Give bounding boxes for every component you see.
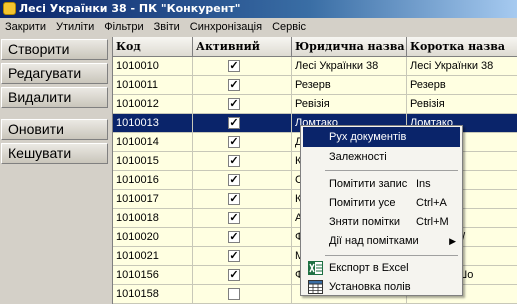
shortcut-label: Ctrl+A bbox=[416, 197, 447, 209]
menu-separator bbox=[325, 255, 458, 256]
cell-code: 1010012 bbox=[113, 95, 193, 114]
table-settings-icon bbox=[308, 280, 323, 294]
table-row[interactable]: 1010012 ✓ Ревізія Ревізія bbox=[113, 95, 517, 114]
active-checkbox[interactable]: ✓ bbox=[228, 136, 240, 148]
cell-active: ✓ bbox=[193, 266, 292, 285]
menu-close[interactable]: Закрити bbox=[0, 18, 51, 37]
column-header-short-name[interactable]: Коротка назва bbox=[407, 37, 517, 57]
cell-code: 1010015 bbox=[113, 152, 193, 171]
cell-legal-name: Лесі Українки 38 bbox=[292, 57, 407, 76]
cell-code: 1010156 bbox=[113, 266, 193, 285]
excel-icon bbox=[308, 261, 323, 275]
cell-active: ✓ bbox=[193, 95, 292, 114]
menu-item-mark-all[interactable]: Помітити усе Ctrl+A bbox=[303, 193, 460, 213]
table-row[interactable]: 1010010 ✓ Лесі Українки 38 Лесі Українки 38 bbox=[113, 57, 517, 76]
submenu-arrow-icon: ▶ bbox=[449, 236, 456, 246]
menu-sync[interactable]: Синхронізація bbox=[185, 18, 267, 37]
shortcut-label: Ctrl+M bbox=[416, 216, 449, 228]
active-checkbox[interactable]: ✓ bbox=[228, 269, 240, 281]
menu-separator bbox=[325, 170, 458, 171]
active-checkbox[interactable]: ✓ bbox=[228, 98, 240, 110]
menu-item-marked-actions[interactable]: Дії над помітками ▶ bbox=[303, 231, 460, 251]
cell-active: ✓ bbox=[193, 190, 292, 209]
cell-active: ✓ bbox=[193, 76, 292, 95]
menu-item-dependencies[interactable]: Залежності bbox=[303, 147, 460, 167]
cell-active: ✓ bbox=[193, 114, 292, 133]
cell-code: 1010158 bbox=[113, 285, 193, 304]
active-checkbox[interactable] bbox=[228, 288, 240, 300]
cell-code: 1010010 bbox=[113, 57, 193, 76]
cell-code: 1010014 bbox=[113, 133, 193, 152]
column-header-code[interactable]: Код bbox=[113, 37, 193, 57]
active-checkbox[interactable]: ✓ bbox=[228, 155, 240, 167]
shortcut-label: Ins bbox=[416, 178, 431, 190]
edit-button[interactable]: Редагувати bbox=[1, 63, 108, 84]
cell-active: ✓ bbox=[193, 209, 292, 228]
cell-code: 1010020 bbox=[113, 228, 193, 247]
menu-item-mark-record[interactable]: Помітити запис Ins bbox=[303, 174, 460, 194]
cell-short-name: Ревізія bbox=[407, 95, 517, 114]
table-row[interactable]: 1010011 ✓ Резерв Резерв bbox=[113, 76, 517, 95]
active-checkbox[interactable]: ✓ bbox=[228, 60, 240, 72]
title-bar: Лесі Українки 38 - ПК "Конкурент" bbox=[0, 0, 517, 18]
active-checkbox[interactable]: ✓ bbox=[228, 117, 240, 129]
cell-active: ✓ bbox=[193, 171, 292, 190]
column-header-active[interactable]: Активний bbox=[193, 37, 292, 57]
cell-legal-name: Резерв bbox=[292, 76, 407, 95]
app-window: Лесі Українки 38 - ПК "Конкурент" Закрит… bbox=[0, 0, 517, 304]
cell-active: ✓ bbox=[193, 228, 292, 247]
menu-item-document-movement[interactable]: Рух документів bbox=[303, 127, 460, 147]
sidebar: Створити Редагувати Видалити Оновити Кеш… bbox=[0, 37, 110, 304]
active-checkbox[interactable]: ✓ bbox=[228, 250, 240, 262]
menu-item-field-settings[interactable]: Установка полів bbox=[303, 277, 460, 297]
cache-button[interactable]: Кешувати bbox=[1, 143, 108, 164]
active-checkbox[interactable]: ✓ bbox=[228, 174, 240, 186]
column-header-legal-name[interactable]: Юридична назва bbox=[292, 37, 407, 57]
cell-code: 1010021 bbox=[113, 247, 193, 266]
cell-active: ✓ bbox=[193, 133, 292, 152]
active-checkbox[interactable]: ✓ bbox=[228, 231, 240, 243]
cell-short-name: Резерв bbox=[407, 76, 517, 95]
cell-legal-name: Ревізія bbox=[292, 95, 407, 114]
cell-active: ✓ bbox=[193, 57, 292, 76]
menu-item-export-excel[interactable]: Експорт в Excel bbox=[303, 258, 460, 278]
menu-utilities[interactable]: Утиліти bbox=[51, 18, 99, 37]
cell-code: 1010011 bbox=[113, 76, 193, 95]
cell-code: 1010018 bbox=[113, 209, 193, 228]
cell-code: 1010013 bbox=[113, 114, 193, 133]
menu-item-clear-marks[interactable]: Зняти помітки Ctrl+M bbox=[303, 212, 460, 232]
app-icon bbox=[3, 2, 16, 15]
menu-service[interactable]: Сервіс bbox=[267, 18, 311, 37]
cell-active: ✓ bbox=[193, 247, 292, 266]
context-menu: Рух документів Залежності Помітити запис… bbox=[300, 125, 463, 296]
cell-code: 1010016 bbox=[113, 171, 193, 190]
create-button[interactable]: Створити bbox=[1, 39, 108, 60]
active-checkbox[interactable]: ✓ bbox=[228, 212, 240, 224]
cell-active: ✓ bbox=[193, 152, 292, 171]
cell-active bbox=[193, 285, 292, 304]
refresh-button[interactable]: Оновити bbox=[1, 119, 108, 140]
menu-bar: Закрити Утиліти Фільтри Звіти Синхронізація С… bbox=[0, 18, 517, 37]
active-checkbox[interactable]: ✓ bbox=[228, 193, 240, 205]
menu-reports[interactable]: Звіти bbox=[149, 18, 185, 37]
cell-code: 1010017 bbox=[113, 190, 193, 209]
menu-filters[interactable]: Фільтри bbox=[99, 18, 148, 37]
cell-short-name: Лесі Українки 38 bbox=[407, 57, 517, 76]
delete-button[interactable]: Видалити bbox=[1, 87, 108, 108]
window-title: Лесі Українки 38 - ПК "Конкурент" bbox=[19, 2, 241, 15]
active-checkbox[interactable]: ✓ bbox=[228, 79, 240, 91]
